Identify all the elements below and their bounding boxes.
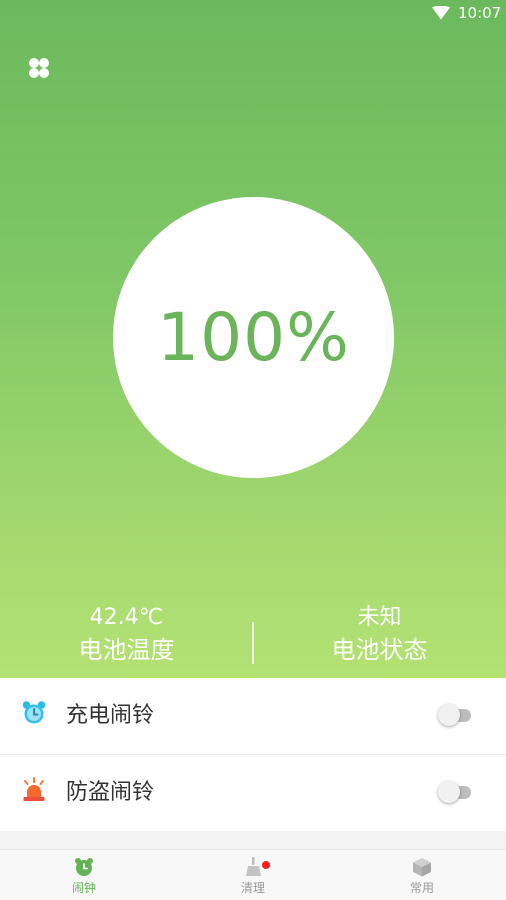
tab-clean-label: 清理 (240, 881, 265, 895)
tab-common[interactable]: 常用 (338, 850, 506, 900)
alarm-clock-icon (22, 701, 46, 724)
battery-status-stat: 未知 电池状态 (253, 603, 506, 667)
tab-alarm[interactable]: 闹钟 (0, 850, 168, 900)
broom-icon (246, 857, 261, 876)
toggle-knob (438, 704, 460, 726)
anti-theft-alarm-toggle[interactable] (438, 781, 472, 803)
notification-badge (262, 861, 270, 869)
battery-percent: 100% (157, 299, 350, 376)
charge-alarm-row[interactable]: 充电闹铃 (0, 678, 506, 754)
box-icon (413, 858, 431, 877)
wifi-icon (432, 6, 450, 20)
charge-alarm-label: 充电闹铃 (66, 703, 155, 728)
battery-hero-panel: 10:07 100% 42.4℃ 电池温度 未知 电池状态 (0, 0, 506, 678)
tab-common-label: 常用 (409, 881, 434, 895)
bottom-navigation: 闹钟 清理 常用 (0, 849, 506, 900)
temperature-label: 电池温度 (78, 636, 175, 664)
temperature-stat: 42.4℃ 电池温度 (0, 603, 253, 667)
temperature-value: 42.4℃ (89, 605, 164, 630)
anti-theft-alarm-row[interactable]: 防盗闹铃 (0, 755, 506, 831)
status-bar: 10:07 (0, 0, 506, 28)
battery-level-circle: 100% (113, 197, 394, 478)
tab-alarm-label: 闹钟 (71, 881, 96, 895)
battery-status-value: 未知 (357, 605, 402, 630)
clover-icon[interactable] (28, 57, 50, 79)
siren-icon (23, 777, 45, 801)
charge-alarm-toggle[interactable] (438, 704, 472, 726)
status-time: 10:07 (458, 4, 502, 22)
alarm-clock-icon (75, 858, 93, 876)
tab-clean[interactable]: 清理 (169, 850, 337, 900)
battery-alarm-screen: 10:07 100% 42.4℃ 电池温度 未知 电池状态 充电闹铃 防盗闹铃 … (0, 0, 506, 900)
toggle-knob (438, 781, 460, 803)
battery-status-label: 电池状态 (331, 636, 428, 664)
anti-theft-alarm-label: 防盗闹铃 (66, 780, 155, 805)
